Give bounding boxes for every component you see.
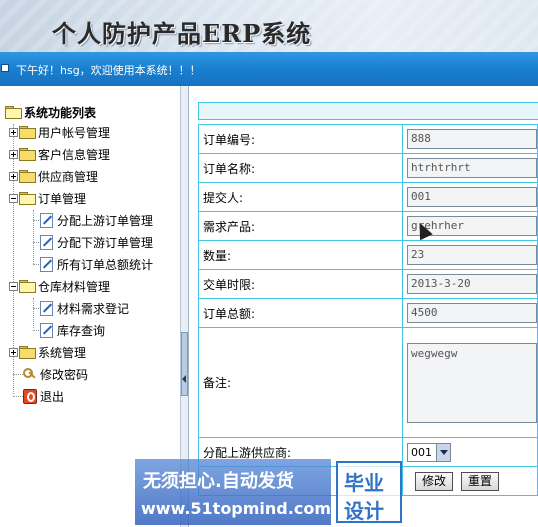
power-icon bbox=[21, 388, 37, 404]
sidebar-item-label: 分配上游订单管理 bbox=[57, 213, 154, 228]
sidebar-item-logout[interactable]: 退出 bbox=[21, 386, 64, 406]
product-label: 需求产品: bbox=[198, 211, 403, 241]
order-edit-form: 订单编号: 888 订单名称: htrhtrhrt 提交人: 001 需求产品:… bbox=[198, 124, 538, 496]
welcome-message: 下午好！hsg，欢迎使用本系统！！！ bbox=[16, 64, 201, 77]
folder-icon bbox=[19, 148, 36, 161]
watermark-banner: 无须担心.自动发货 www.51topmind.com bbox=[135, 459, 331, 525]
form-row: 备注: wegwegw bbox=[198, 327, 538, 438]
folder-open-icon bbox=[19, 280, 36, 293]
tree-guide-line bbox=[33, 210, 34, 264]
tree-guide-line bbox=[33, 298, 34, 328]
remarks-textarea[interactable]: wegwegw bbox=[407, 342, 537, 423]
sidebar-item-assign-downstream-orders[interactable]: 分配下游订单管理 bbox=[38, 232, 153, 252]
folder-icon bbox=[19, 346, 36, 359]
edit-page-icon bbox=[38, 300, 54, 316]
collapse-arrow-icon[interactable] bbox=[182, 375, 186, 383]
form-row: 订单编号: 888 bbox=[198, 124, 538, 154]
form-row: 订单总额: 4500 bbox=[198, 298, 538, 328]
chevron-down-icon[interactable] bbox=[436, 443, 450, 461]
watermark-badge-line2: 设计 bbox=[344, 499, 384, 523]
tree-root[interactable]: 系统功能列表 bbox=[5, 102, 96, 122]
order-name-input[interactable]: htrhtrhrt bbox=[407, 158, 537, 178]
expand-plus-icon[interactable] bbox=[9, 127, 18, 137]
sidebar-item-user-accounts[interactable]: 用户帐号管理 bbox=[9, 122, 110, 142]
sidebar-item-label: 库存查询 bbox=[57, 323, 106, 338]
app-title: 个人防护产品ERP系统 bbox=[52, 19, 312, 48]
folder-icon bbox=[19, 170, 36, 183]
collapse-minus-icon[interactable] bbox=[9, 281, 18, 291]
form-row: 需求产品: grehrher bbox=[198, 211, 538, 241]
form-row: 订单名称: htrhtrhrt bbox=[198, 153, 538, 183]
welcome-bar: 下午好！hsg，欢迎使用本系统！！！ bbox=[0, 52, 538, 86]
sidebar-item-system[interactable]: 系统管理 bbox=[9, 342, 86, 362]
edit-page-icon bbox=[38, 212, 54, 228]
watermark-line2: www.51topmind.com bbox=[141, 499, 331, 518]
order-no-input[interactable]: 888 bbox=[407, 129, 537, 149]
watermark-badge-line1: 毕业 bbox=[344, 471, 384, 495]
key-icon bbox=[21, 366, 37, 382]
folder-icon bbox=[19, 126, 36, 139]
sidebar-item-stock-query[interactable]: 库存查询 bbox=[38, 320, 105, 340]
deadline-input[interactable]: 2013-3-20 bbox=[407, 274, 537, 294]
sidebar-item-customers[interactable]: 客户信息管理 bbox=[9, 144, 110, 164]
order-name-label: 订单名称: bbox=[198, 153, 403, 183]
edit-page-icon bbox=[38, 322, 54, 338]
total-input[interactable]: 4500 bbox=[407, 303, 537, 323]
edit-page-icon bbox=[38, 234, 54, 250]
total-label: 订单总额: bbox=[198, 298, 403, 328]
deadline-label: 交单时限: bbox=[198, 269, 403, 299]
reset-button[interactable]: 重置 bbox=[461, 471, 500, 491]
quantity-input[interactable]: 23 bbox=[407, 245, 537, 265]
sidebar-item-label: 供应商管理 bbox=[38, 169, 99, 184]
sidebar-item-label: 退出 bbox=[40, 389, 65, 404]
expand-plus-icon[interactable] bbox=[9, 171, 18, 181]
sidebar-item-label: 仓库材料管理 bbox=[38, 279, 111, 294]
modify-button[interactable]: 修改 bbox=[415, 471, 454, 491]
sidebar-item-label: 客户信息管理 bbox=[38, 147, 111, 162]
form-row: 提交人: 001 bbox=[198, 182, 538, 212]
order-no-label: 订单编号: bbox=[198, 124, 403, 154]
watermark-line1: 无须担心.自动发货 bbox=[143, 471, 294, 492]
expand-plus-icon[interactable] bbox=[9, 347, 18, 357]
sidebar-item-label: 修改密码 bbox=[40, 367, 89, 382]
sidebar-item-order-totals[interactable]: 所有订单总额统计 bbox=[38, 254, 153, 274]
app-banner: 个人防护产品ERP系统 bbox=[0, 0, 538, 52]
supplier-select[interactable]: 001 bbox=[407, 442, 451, 462]
sidebar-item-label: 订单管理 bbox=[38, 191, 87, 206]
sidebar-item-change-password[interactable]: 修改密码 bbox=[21, 364, 88, 384]
sidebar-item-warehouse[interactable]: 仓库材料管理 bbox=[9, 276, 110, 296]
supplier-select-value: 001 bbox=[411, 445, 432, 459]
sidebar-item-suppliers[interactable]: 供应商管理 bbox=[9, 166, 98, 186]
sidebar-item-label: 材料需求登记 bbox=[57, 301, 130, 316]
remarks-label: 备注: bbox=[198, 327, 403, 438]
submitter-input[interactable]: 001 bbox=[407, 187, 537, 207]
form-header-bar bbox=[198, 102, 538, 120]
expand-plus-icon[interactable] bbox=[9, 149, 18, 159]
quantity-label: 数量: bbox=[198, 240, 403, 270]
watermark: 无须担心.自动发货 www.51topmind.com 毕业 设计 bbox=[135, 459, 403, 525]
sidebar-item-assign-upstream-orders[interactable]: 分配上游订单管理 bbox=[38, 210, 153, 230]
sidebar-item-label: 分配下游订单管理 bbox=[57, 235, 154, 250]
splitter-handle[interactable] bbox=[181, 332, 188, 396]
form-row: 数量: 23 bbox=[198, 240, 538, 270]
sidebar-item-label: 系统管理 bbox=[38, 345, 87, 360]
sidebar-item-orders[interactable]: 订单管理 bbox=[9, 188, 86, 208]
sidebar-item-label: 所有订单总额统计 bbox=[57, 257, 154, 272]
tree-root-label: 系统功能列表 bbox=[24, 105, 97, 120]
collapse-minus-icon[interactable] bbox=[9, 193, 18, 203]
menu-toggle-icon[interactable] bbox=[1, 64, 9, 72]
watermark-badge: 毕业 设计 bbox=[336, 461, 402, 523]
sidebar-item-material-registration[interactable]: 材料需求登记 bbox=[38, 298, 129, 318]
edit-page-icon bbox=[38, 256, 54, 272]
submitter-label: 提交人: bbox=[198, 182, 403, 212]
sidebar-item-label: 用户帐号管理 bbox=[38, 125, 111, 140]
form-row: 交单时限: 2013-3-20 bbox=[198, 269, 538, 299]
folder-open-icon bbox=[5, 106, 22, 119]
folder-open-icon bbox=[19, 192, 36, 205]
